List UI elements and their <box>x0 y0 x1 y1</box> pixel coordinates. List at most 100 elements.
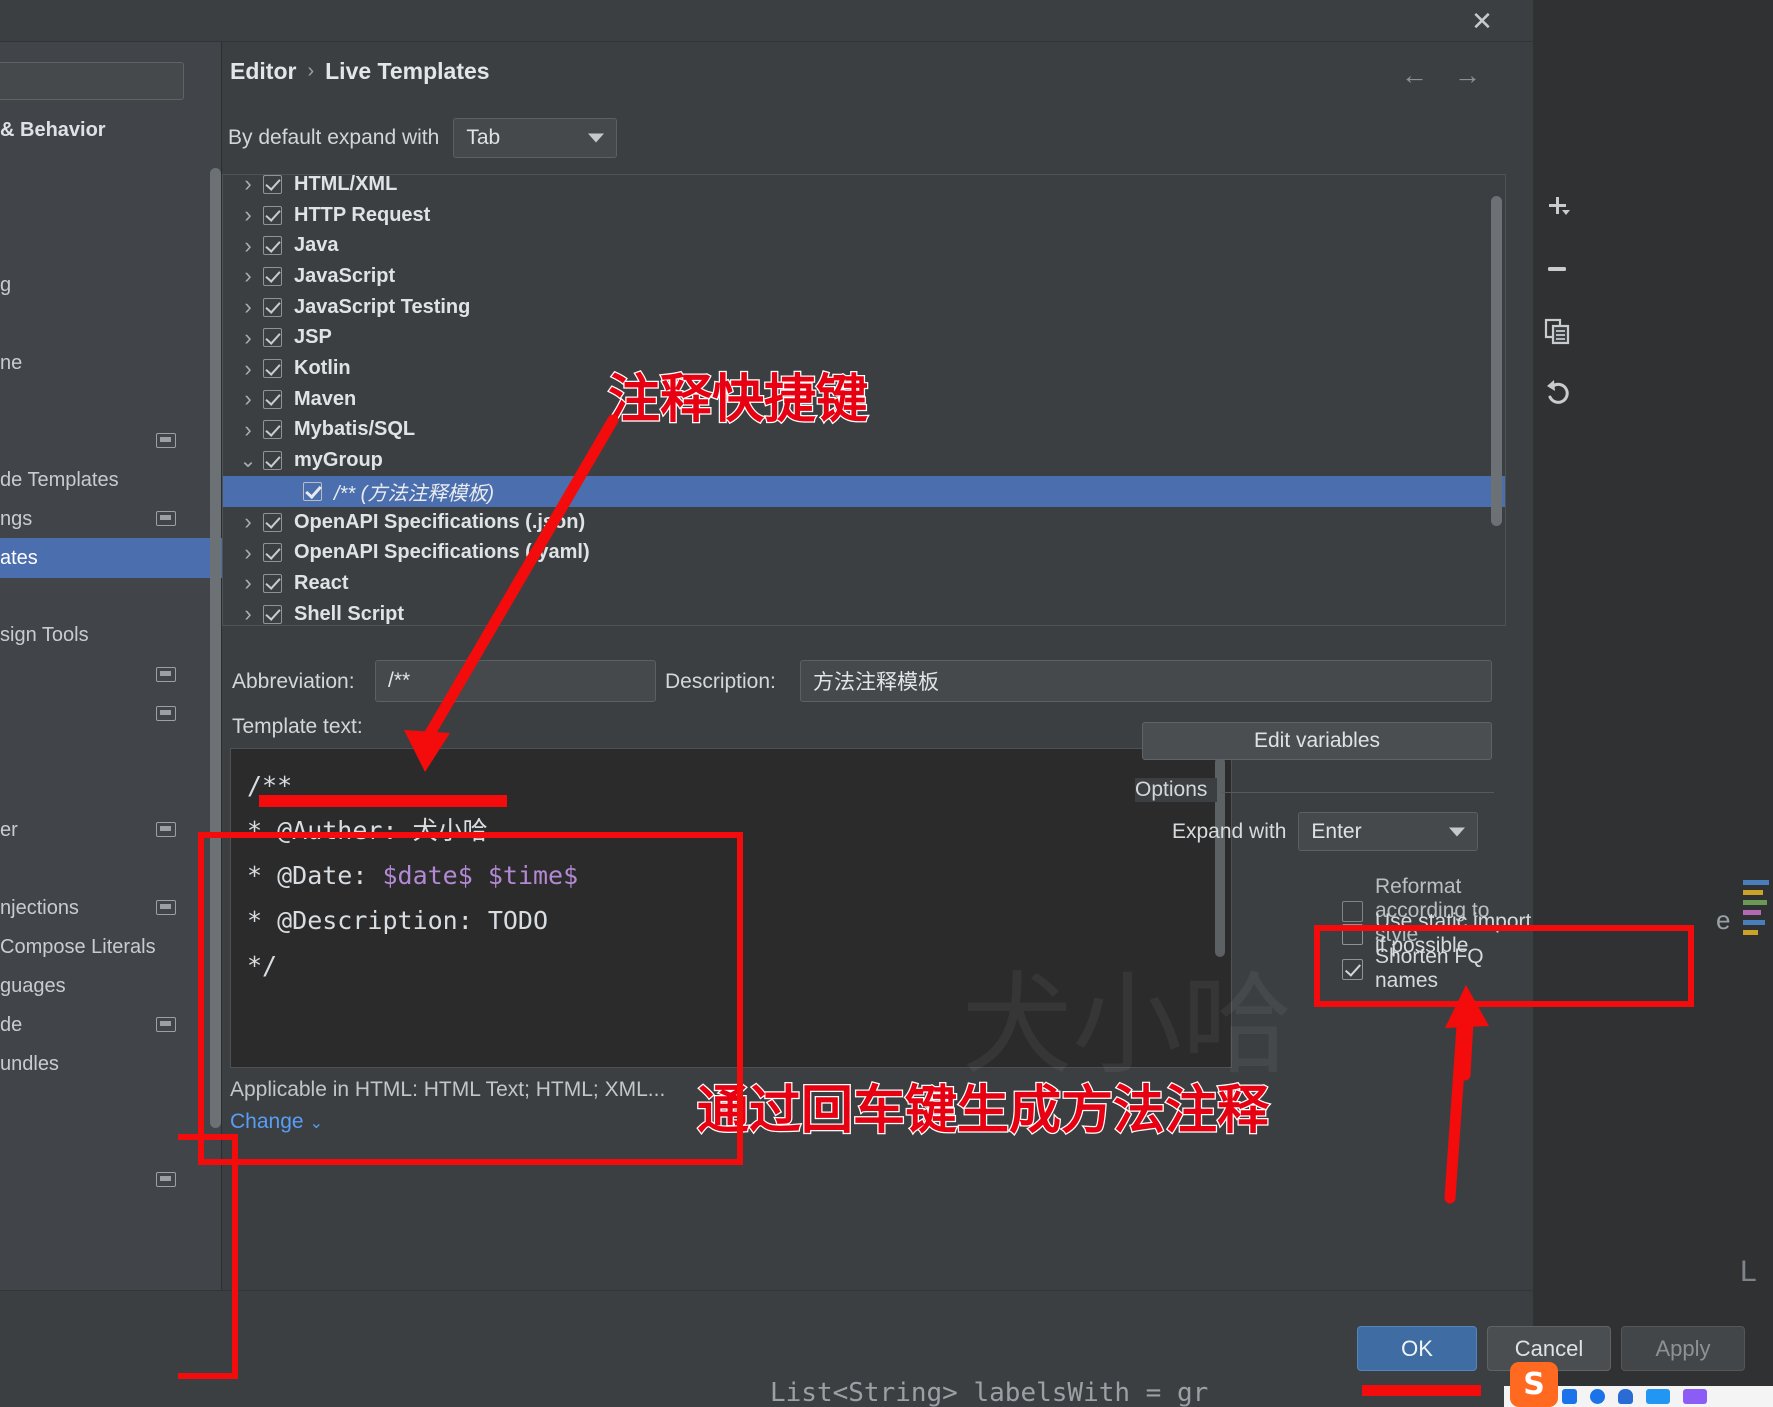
tree-row-checkbox[interactable] <box>263 451 282 471</box>
sidebar-item-12[interactable]: Compose Literals <box>0 927 222 967</box>
sidebar-item-8[interactable] <box>0 655 222 695</box>
sidebar-item-16[interactable] <box>0 1160 222 1200</box>
tree-row-checkbox[interactable] <box>263 543 282 563</box>
tree-row-checkbox[interactable] <box>263 236 282 256</box>
tree-row-checkbox[interactable] <box>263 266 282 286</box>
shorten-fq-names-checkbox-row[interactable]: Shorten FQ names <box>1342 945 1533 993</box>
chevron-right-icon[interactable]: › <box>237 417 259 443</box>
taskbar-icon-4[interactable] <box>1646 1389 1670 1404</box>
sidebar-item-2[interactable]: ne <box>0 343 222 383</box>
chevron-right-icon[interactable]: › <box>237 263 259 289</box>
tree-row[interactable]: › Shell Script <box>223 599 1505 625</box>
ime-icon[interactable]: S <box>1510 1362 1558 1407</box>
sidebar-item-11[interactable]: njections <box>0 888 222 928</box>
tree-row[interactable]: › JavaScript <box>223 261 1505 292</box>
tree-row[interactable]: ⌄ myGroup <box>223 445 1505 476</box>
tree-row-checkbox[interactable] <box>263 359 282 379</box>
editor-scrollbar[interactable] <box>1215 757 1225 1057</box>
ide-background-minimap <box>1743 880 1773 964</box>
settings-sidebar-list[interactable]: & Behavior g ne de Templates ngs ates sign Too… <box>0 110 222 1320</box>
sidebar-item-1[interactable]: g <box>0 265 222 305</box>
tree-row[interactable]: › OpenAPI Specifications (.json) <box>223 507 1505 538</box>
tree-row[interactable]: ›/** (方法注释模板) <box>223 476 1505 507</box>
tree-row[interactable]: › HTML/XML <box>223 175 1505 200</box>
add-template-icon[interactable] <box>1536 186 1578 228</box>
sidebar-item-5[interactable]: ngs <box>0 499 222 539</box>
tree-row[interactable]: › Java <box>223 230 1505 261</box>
sidebar-item-label: g <box>0 273 12 296</box>
tree-row[interactable]: › JSP <box>223 323 1505 354</box>
expand-with-select[interactable]: Enter <box>1298 812 1479 851</box>
settings-search-input[interactable] <box>0 62 184 100</box>
apply-button[interactable]: Apply <box>1621 1326 1745 1371</box>
tree-row-checkbox[interactable] <box>263 573 282 593</box>
dialog-footer: OK Cancel Apply <box>0 1290 1745 1407</box>
chevron-right-icon[interactable]: › <box>237 509 259 535</box>
tree-row-checkbox[interactable] <box>263 328 282 348</box>
duplicate-template-icon[interactable] <box>1536 310 1578 352</box>
tree-row[interactable]: › React <box>223 568 1505 599</box>
tree-row[interactable]: › Mybatis/SQL <box>223 415 1505 446</box>
sidebar-scrollbar[interactable] <box>210 168 221 1248</box>
chevron-right-icon[interactable]: › <box>237 601 259 625</box>
chevron-right-icon[interactable]: › <box>237 356 259 382</box>
chevron-down-icon[interactable]: ⌄ <box>237 448 259 473</box>
tree-row[interactable]: › Maven <box>223 384 1505 415</box>
tree-row-checkbox[interactable] <box>263 420 282 440</box>
close-icon[interactable]: ✕ <box>1467 6 1497 36</box>
tree-row-checkbox[interactable] <box>263 604 282 624</box>
taskbar-icon-1[interactable] <box>1562 1389 1577 1404</box>
chevron-right-icon[interactable]: › <box>237 175 259 197</box>
remove-template-icon[interactable] <box>1536 248 1578 290</box>
back-arrow-icon[interactable]: ← <box>1401 60 1428 91</box>
edit-variables-button[interactable]: Edit variables <box>1142 722 1492 760</box>
templates-tree[interactable]: › HTML/XML › HTTP Request › Java › JavaScript › J… <box>222 174 1506 626</box>
sidebar-item-15[interactable]: undles <box>0 1044 222 1084</box>
sidebar-item-3[interactable] <box>0 421 222 461</box>
taskbar-icon-5[interactable] <box>1683 1389 1707 1404</box>
sidebar-scrollbar-thumb[interactable] <box>210 168 221 1128</box>
tree-row-label: OpenAPI Specifications (.yaml) <box>294 541 590 564</box>
ok-button[interactable]: OK <box>1357 1326 1477 1371</box>
change-context-link[interactable]: Change ⌄ <box>230 1110 323 1134</box>
tree-row-checkbox[interactable] <box>263 512 282 532</box>
restore-defaults-icon[interactable] <box>1536 372 1578 414</box>
tree-row[interactable]: › OpenAPI Specifications (.yaml) <box>223 537 1505 568</box>
chevron-right-icon[interactable]: › <box>237 325 259 351</box>
shorten-fq-names-checkbox[interactable] <box>1342 958 1363 980</box>
tree-row[interactable]: › HTTP Request <box>223 200 1505 231</box>
tree-row[interactable]: › JavaScript Testing <box>223 292 1505 323</box>
tree-row-checkbox[interactable] <box>303 481 322 501</box>
sidebar-item-label: ngs <box>0 507 33 530</box>
breadcrumb-root[interactable]: Editor <box>230 58 296 85</box>
sidebar-item-7[interactable]: sign Tools <box>0 615 222 655</box>
chevron-right-icon[interactable]: › <box>237 540 259 566</box>
chevron-right-icon[interactable]: › <box>237 386 259 412</box>
forward-arrow-icon[interactable]: → <box>1454 60 1481 91</box>
abbreviation-input[interactable]: /** <box>375 660 656 702</box>
tree-row-checkbox[interactable] <box>263 389 282 409</box>
static-import-checkbox[interactable] <box>1342 923 1363 945</box>
chevron-right-icon[interactable]: › <box>237 294 259 320</box>
taskbar-icon-3[interactable] <box>1618 1389 1633 1404</box>
taskbar-icon-2[interactable] <box>1590 1389 1605 1404</box>
breadcrumb-leaf: Live Templates <box>325 58 490 84</box>
chevron-right-icon[interactable]: › <box>237 233 259 259</box>
tree-row-checkbox[interactable] <box>263 175 282 194</box>
chevron-right-icon[interactable]: › <box>237 202 259 228</box>
sidebar-item-4[interactable]: de Templates <box>0 460 222 500</box>
sidebar-item-0[interactable]: & Behavior <box>0 110 222 150</box>
tree-row-checkbox[interactable] <box>263 205 282 225</box>
chevron-right-icon[interactable]: › <box>237 570 259 596</box>
sidebar-item-13[interactable]: guages <box>0 966 222 1006</box>
tree-row-checkbox[interactable] <box>263 297 282 317</box>
description-input[interactable]: 方法注释模板 <box>800 660 1492 702</box>
sidebar-item-10[interactable]: er <box>0 810 222 850</box>
sidebar-item-9[interactable] <box>0 694 222 734</box>
tree-scrollbar-thumb[interactable] <box>1491 196 1502 526</box>
sidebar-item-6[interactable]: ates <box>0 538 222 578</box>
tree-scrollbar[interactable] <box>1491 178 1502 624</box>
sidebar-item-14[interactable]: de <box>0 1005 222 1045</box>
tree-row[interactable]: › Kotlin <box>223 353 1505 384</box>
default-expand-select[interactable]: Tab <box>453 118 618 158</box>
